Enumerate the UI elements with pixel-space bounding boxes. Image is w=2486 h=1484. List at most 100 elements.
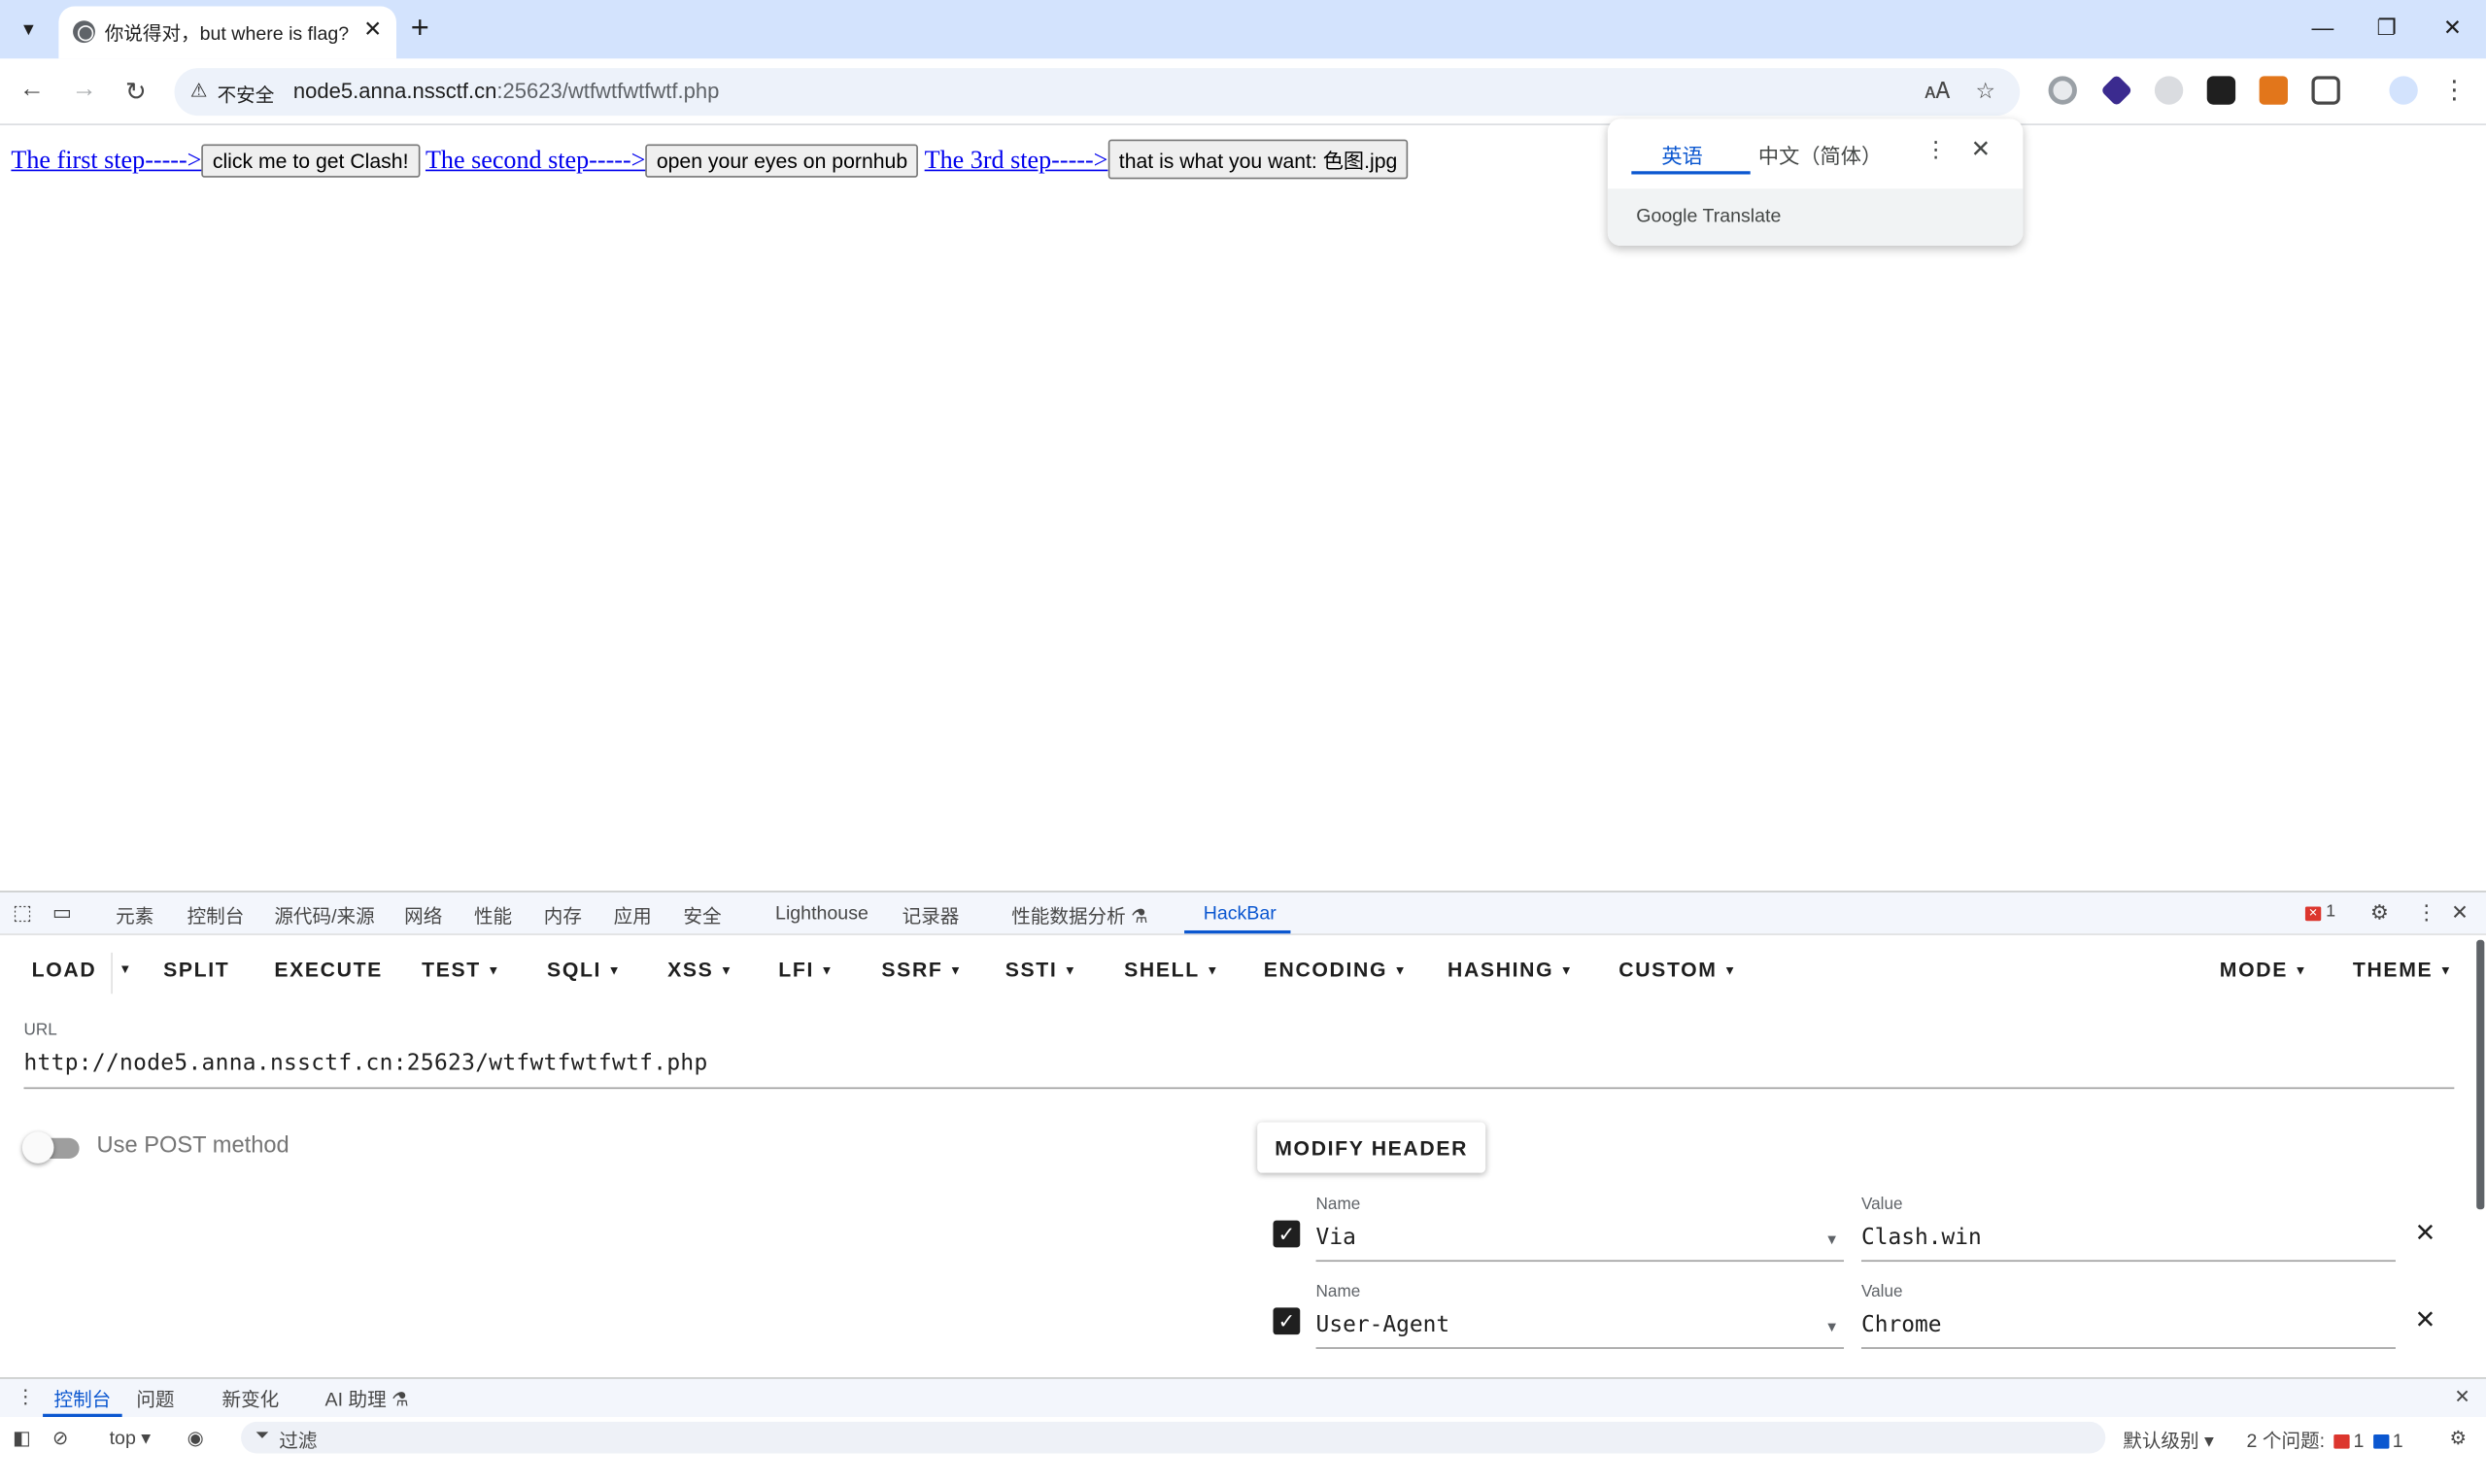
insecure-label[interactable]: 不安全 [218, 81, 275, 108]
drawer-tab-issues[interactable]: 问题 [136, 1385, 174, 1412]
translate-icon[interactable]: 🗚 [1924, 78, 1950, 105]
shell-menu[interactable]: SHELL ▼ [1124, 958, 1220, 981]
sidebar-toggle-icon[interactable]: ◧ [13, 1427, 31, 1449]
more-options-icon[interactable]: ⋮ [1924, 136, 1947, 163]
forward-arrow-icon[interactable]: → [71, 76, 96, 104]
url-field[interactable]: http://node5.anna.nssctf.cn:25623/wtfwtf… [23, 1051, 707, 1076]
drawer-tab-console[interactable]: 控制台 [53, 1385, 111, 1412]
bookmark-star-icon[interactable]: ☆ [1975, 78, 1995, 105]
browser-tab[interactable]: 你说得对，but where is flag? ✕ [58, 6, 396, 59]
split-button[interactable]: SPLIT [163, 958, 229, 981]
warning-icon[interactable]: ⚠ [190, 80, 208, 102]
target-language-tab[interactable]: 中文（简体） [1758, 140, 1882, 170]
minimize-icon[interactable]: — [2311, 15, 2333, 40]
log-level-dropdown[interactable]: 默认级别 ▾ [2123, 1427, 2214, 1454]
hackbar-scrollbar[interactable] [2476, 939, 2485, 1210]
extension-mask-icon[interactable] [2206, 76, 2236, 105]
new-tab-plus-icon[interactable]: + [411, 11, 429, 46]
second-step-link[interactable]: The second step-----> [426, 148, 645, 175]
third-step-link[interactable]: The 3rd step-----> [925, 148, 1108, 175]
tab-application[interactable]: 应用 [614, 902, 652, 929]
close-devtools-icon[interactable]: ✕ [2451, 900, 2469, 926]
close-drawer-icon[interactable]: ✕ [2454, 1385, 2469, 1407]
open-eyes-button[interactable]: open your eyes on pornhub [645, 144, 919, 178]
drawer-tab-whats-new[interactable]: 新变化 [221, 1385, 279, 1412]
drawer-menu-icon[interactable]: ⋮ [16, 1385, 35, 1407]
tab-performance-insights[interactable]: 性能数据分析 ⚗ [1011, 902, 1148, 929]
address-bar[interactable]: ⚠ 不安全 node5.anna.nssctf.cn:25623/wtfwtfw… [174, 68, 2021, 117]
back-arrow-icon[interactable]: ← [19, 76, 45, 104]
extensions-puzzle-icon[interactable] [2311, 76, 2340, 105]
sqli-menu[interactable]: SQLI ▼ [547, 958, 622, 981]
tab-sources[interactable]: 源代码/来源 [274, 902, 374, 929]
remove-header-icon[interactable]: ✕ [2415, 1217, 2436, 1249]
error-count-badge[interactable]: ✕ 1 [2304, 901, 2336, 922]
settings-gear-icon[interactable]: ⚙ [2370, 900, 2389, 926]
header-name-field[interactable]: Via [1316, 1226, 1356, 1251]
close-popup-icon[interactable]: ✕ [1971, 135, 1992, 163]
device-toggle-icon[interactable]: ▭ [52, 900, 72, 926]
extension-record-icon[interactable] [2048, 76, 2077, 105]
xss-label: XSS [667, 957, 714, 982]
tab-close-icon[interactable]: ✕ [363, 16, 382, 43]
error-count: 1 [2326, 901, 2336, 922]
tab-memory[interactable]: 内存 [544, 902, 582, 929]
reload-icon[interactable]: ↻ [125, 76, 147, 108]
tab-console[interactable]: 控制台 [187, 902, 245, 929]
what-you-want-button[interactable]: that is what you want: 色图.jpg [1107, 139, 1409, 180]
modify-header-button[interactable]: MODIFY HEADER [1257, 1122, 1486, 1173]
header-value-field[interactable]: Clash.win [1861, 1226, 1982, 1251]
load-dropdown-caret-icon[interactable]: ▼ [119, 962, 133, 977]
active-tab-indicator [1184, 929, 1291, 934]
restore-icon[interactable]: ❐ [2376, 15, 2397, 42]
post-method-toggle-knob[interactable] [21, 1131, 54, 1164]
tab-recorder[interactable]: 记录器 [902, 902, 960, 929]
drawer-tab-ai-assistant[interactable]: AI 助理 ⚗ [325, 1385, 409, 1412]
header-value-field[interactable]: Chrome [1861, 1312, 1942, 1337]
hashing-menu[interactable]: HASHING ▼ [1447, 958, 1574, 981]
url-field-label: URL [23, 1021, 57, 1040]
encoding-menu[interactable]: ENCODING ▼ [1264, 958, 1408, 981]
close-window-icon[interactable]: ✕ [2443, 15, 2462, 42]
theme-menu[interactable]: THEME ▼ [2353, 958, 2454, 981]
execute-button[interactable]: EXECUTE [274, 958, 383, 981]
header-name-dropdown-icon[interactable]: ▼ [1824, 1231, 1839, 1247]
browser-menu-icon[interactable]: ⋮ [2441, 75, 2467, 107]
lfi-menu[interactable]: LFI ▼ [778, 958, 834, 981]
console-filter-input[interactable]: ⏷ 过滤 [241, 1421, 2106, 1454]
ssti-menu[interactable]: SSTI ▼ [1005, 958, 1078, 981]
tab-search-chevron-down-icon[interactable]: ▼ [10, 11, 48, 49]
source-language-tab[interactable]: 英语 [1661, 140, 1702, 170]
inspect-element-icon[interactable]: ⬚ [13, 900, 32, 926]
test-menu[interactable]: TEST ▼ [422, 958, 501, 981]
header-name-field[interactable]: User-Agent [1316, 1312, 1450, 1337]
console-settings-gear-icon[interactable]: ⚙ [2449, 1427, 2467, 1449]
issues-counter[interactable]: 2 个问题: 1 1 [2247, 1427, 2403, 1454]
metamask-fox-icon[interactable] [2259, 76, 2288, 105]
header-enabled-checkbox[interactable]: ✓ [1273, 1307, 1301, 1335]
mode-menu[interactable]: MODE ▼ [2220, 958, 2308, 981]
header-enabled-checkbox[interactable]: ✓ [1273, 1220, 1301, 1248]
tab-elements[interactable]: 元素 [116, 902, 153, 929]
profile-avatar-icon[interactable] [2389, 76, 2418, 105]
tab-lighthouse[interactable]: Lighthouse [775, 902, 868, 925]
devtools-menu-icon[interactable]: ⋮ [2416, 900, 2436, 926]
tab-performance[interactable]: 性能 [474, 902, 512, 929]
url-text[interactable]: node5.anna.nssctf.cn:25623/wtfwtfwtfwtf.… [293, 80, 719, 103]
ssti-label: SSTI [1005, 957, 1058, 982]
ssrf-menu[interactable]: SSRF ▼ [881, 958, 963, 981]
live-expression-eye-icon[interactable]: ◉ [187, 1427, 204, 1449]
context-selector[interactable]: top ▾ [110, 1427, 152, 1449]
first-step-link[interactable]: The first step-----> [11, 148, 201, 175]
tab-network[interactable]: 网络 [404, 902, 442, 929]
load-button[interactable]: LOAD [32, 958, 97, 981]
clear-console-icon[interactable]: ⊘ [52, 1427, 68, 1449]
custom-menu[interactable]: CUSTOM ▼ [1618, 958, 1737, 981]
remove-header-icon[interactable]: ✕ [2415, 1304, 2436, 1336]
get-clash-button[interactable]: click me to get Clash! [201, 144, 420, 178]
tab-hackbar[interactable]: HackBar [1204, 902, 1277, 925]
xss-menu[interactable]: XSS ▼ [667, 958, 733, 981]
extension-gear-icon[interactable] [2154, 76, 2184, 105]
header-name-dropdown-icon[interactable]: ▼ [1824, 1319, 1839, 1334]
tab-security[interactable]: 安全 [683, 902, 721, 929]
